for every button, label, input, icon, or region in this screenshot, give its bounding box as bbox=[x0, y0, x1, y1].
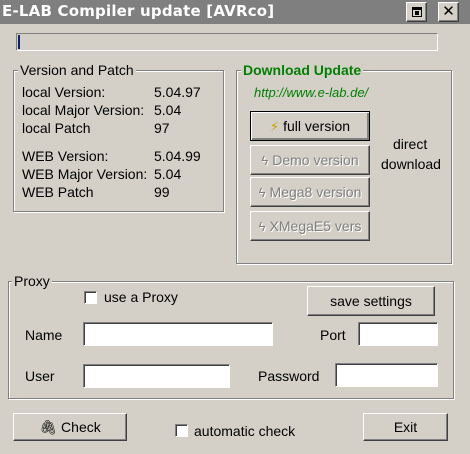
paperclip-icon: 🖇 bbox=[39, 419, 58, 435]
local-version-value: 5.04.97 bbox=[154, 84, 201, 100]
xmega-version-button[interactable]: ϟ XMegaE5 vers bbox=[250, 211, 370, 241]
user-label: User bbox=[25, 368, 55, 384]
elab-website-link[interactable]: http://www.e-lab.de/ bbox=[254, 85, 368, 100]
close-icon: ✕ bbox=[442, 2, 455, 20]
use-proxy-label: use a Proxy bbox=[104, 289, 178, 305]
lightning-icon: ϟ bbox=[258, 219, 266, 234]
save-settings-button[interactable]: save settings bbox=[307, 286, 435, 316]
download-group: Download Update http://www.e-lab.de/ ⚡ fu… bbox=[236, 62, 452, 264]
lightning-icon: ϟ bbox=[261, 153, 269, 168]
port-input[interactable] bbox=[359, 323, 437, 345]
password-label: Password bbox=[258, 368, 320, 384]
exit-button[interactable]: Exit bbox=[363, 413, 448, 441]
user-input[interactable] bbox=[84, 365, 229, 387]
download-progress-bar bbox=[16, 33, 438, 51]
full-version-button[interactable]: ⚡ full version bbox=[250, 111, 370, 141]
local-patch-label: local Patch bbox=[22, 120, 91, 136]
proxy-group-legend: Proxy bbox=[12, 273, 52, 289]
demo-version-button[interactable]: ϟ Demo version bbox=[250, 145, 370, 175]
local-patch-value: 97 bbox=[154, 120, 170, 136]
lightning-icon: ⚡ bbox=[269, 119, 280, 134]
version-group: Version and Patch local Version: 5.04.97… bbox=[13, 62, 224, 212]
automatic-check-label: automatic check bbox=[194, 423, 296, 439]
password-field[interactable] bbox=[335, 363, 438, 387]
name-field[interactable] bbox=[83, 322, 273, 346]
use-proxy-checkbox[interactable] bbox=[84, 291, 97, 304]
name-input[interactable] bbox=[84, 323, 272, 345]
version-group-legend: Version and Patch bbox=[18, 62, 136, 78]
download-label: download bbox=[381, 156, 441, 172]
web-version-value: 5.04.99 bbox=[154, 148, 201, 164]
web-major-version-label: WEB Major Version: bbox=[22, 166, 148, 182]
restore-icon bbox=[412, 7, 422, 17]
password-input[interactable] bbox=[336, 364, 437, 386]
direct-label: direct bbox=[393, 136, 428, 152]
web-patch-label: WEB Patch bbox=[22, 184, 94, 200]
lightning-icon: ϟ bbox=[258, 185, 266, 200]
port-field[interactable] bbox=[358, 322, 438, 346]
local-major-version-label: local Major Version: bbox=[22, 102, 145, 118]
download-group-legend: Download Update bbox=[241, 62, 364, 78]
close-button[interactable]: ✕ bbox=[438, 2, 459, 22]
restore-button[interactable] bbox=[406, 2, 427, 22]
user-field[interactable] bbox=[83, 364, 230, 388]
local-major-version-value: 5.04 bbox=[154, 102, 182, 118]
web-version-label: WEB Version: bbox=[22, 148, 109, 164]
window-title: E-LAB Compiler update [AVRco] bbox=[2, 2, 275, 20]
check-button[interactable]: 🖇 Check bbox=[13, 413, 127, 441]
title-bar: E-LAB Compiler update [AVRco] ✕ bbox=[0, 0, 470, 24]
automatic-check-checkbox[interactable] bbox=[175, 424, 188, 437]
web-patch-value: 99 bbox=[154, 184, 170, 200]
mega8-version-button[interactable]: ϟ Mega8 version bbox=[250, 177, 370, 207]
proxy-group: Proxy use a Proxy save settings Name Por… bbox=[8, 273, 454, 399]
progress-indicator bbox=[18, 35, 20, 49]
port-label: Port bbox=[320, 327, 346, 343]
name-label: Name bbox=[25, 327, 63, 343]
web-major-version-value: 5.04 bbox=[154, 166, 182, 182]
local-version-label: local Version: bbox=[22, 84, 106, 100]
